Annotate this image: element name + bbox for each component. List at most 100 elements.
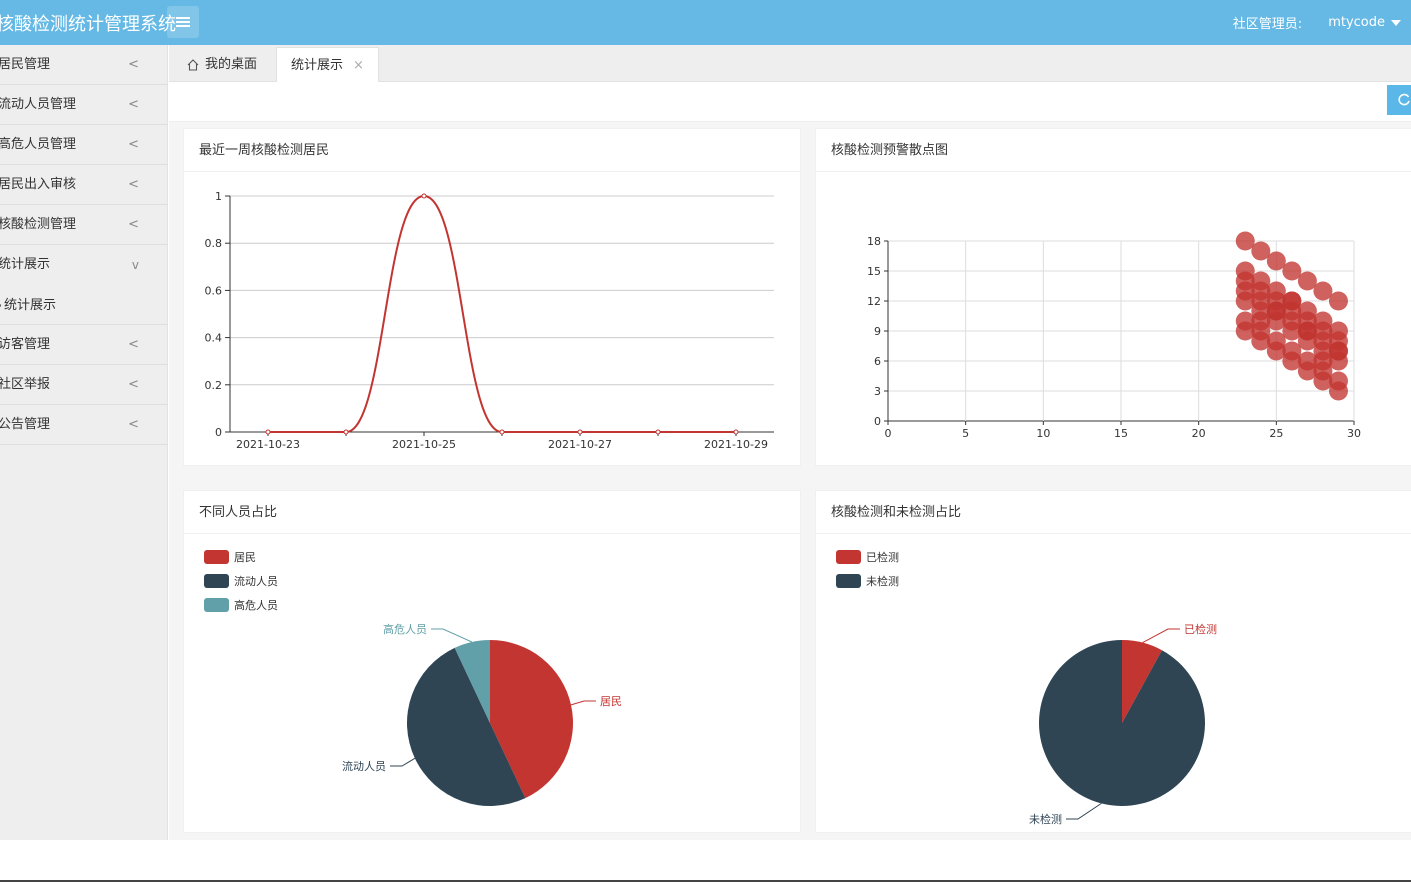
scatter-chart: 0 3 6 9 12 15 18 0 5 10 15 20 25 30	[867, 231, 1361, 440]
tab-bar: 我的桌面 统计展示 ×	[169, 45, 1411, 83]
chevron-left-icon: <	[128, 417, 139, 432]
sidebar-subitem-statistics[interactable]: 统计展示	[0, 285, 167, 325]
tab-home-label: 我的桌面	[205, 57, 258, 72]
scatter-chart-card: 核酸检测预警散点图 0 3 6 9 12 15 18 0 5 10 15 20 25 30	[815, 128, 1411, 466]
y-tick-label: 3	[874, 385, 881, 398]
pie-chart-tested: 已检测未检测已检测未检测	[836, 550, 1217, 826]
y-tick-label: 18	[867, 235, 881, 248]
sidebar-item-reports[interactable]: 社区举报 <	[0, 365, 167, 405]
x-tick-label: 10	[1036, 427, 1050, 440]
slice-label: 流动人员	[342, 759, 386, 773]
x-tick-label: 2021-10-25	[392, 438, 456, 451]
slice-label: 高危人员	[383, 622, 427, 636]
x-tick-label: 20	[1192, 427, 1206, 440]
data-point	[733, 429, 739, 435]
chevron-down-icon: v	[131, 258, 139, 272]
legend-swatch	[204, 574, 229, 588]
data-point	[655, 429, 661, 435]
bullet-icon	[0, 304, 1, 307]
data-point	[421, 193, 427, 199]
chevron-left-icon: <	[128, 217, 139, 232]
slice-label: 已检测	[1184, 622, 1217, 636]
label-line	[1066, 802, 1102, 820]
chevron-left-icon: <	[128, 337, 139, 352]
card-title: 最近一周核酸检测居民	[184, 129, 800, 172]
slice-label: 未检测	[1029, 812, 1062, 826]
sidebar-item-statistics[interactable]: 统计展示 v	[0, 245, 167, 285]
legend-label: 流动人员	[234, 574, 278, 588]
legend-label: 已检测	[866, 550, 899, 564]
data-point	[343, 429, 349, 435]
scatter-point	[1328, 341, 1348, 361]
y-tick-label: 9	[874, 325, 881, 338]
refresh-icon	[1398, 93, 1410, 106]
sidebar-item-nucleic-test[interactable]: 核酸检测管理 <	[0, 205, 167, 245]
home-icon	[187, 58, 199, 71]
toolbar	[169, 82, 1411, 122]
chevron-left-icon: <	[128, 177, 139, 192]
dashboard-content: 最近一周核酸检测居民 0 0.2 0.4 0.6 0.8 1 2021-10-23 2021-…	[169, 122, 1411, 840]
chevron-left-icon: <	[128, 137, 139, 152]
sidebar-item-floating-persons[interactable]: 流动人员管理 <	[0, 85, 167, 125]
refresh-button[interactable]	[1387, 85, 1411, 115]
label-line	[431, 628, 473, 643]
label-line	[390, 757, 416, 767]
sidebar-item-high-risk[interactable]: 高危人员管理 <	[0, 125, 167, 165]
sidebar-item-residents[interactable]: 居民管理 <	[0, 45, 167, 85]
pie-chart-card-tested: 核酸检测和未检测占比 已检测 未检测 已检测 未检测	[815, 490, 1411, 833]
user-role-label: 社区管理员:	[1232, 17, 1303, 32]
card-title: 不同人员占比	[184, 491, 800, 534]
sidebar-item-label: 统计展示	[0, 257, 51, 272]
y-tick-label: 0.2	[205, 379, 223, 392]
tab-home[interactable]: 我的桌面	[173, 47, 271, 82]
sidebar-item-label: 居民管理	[0, 57, 51, 72]
hamburger-icon	[176, 17, 190, 27]
data-point	[265, 429, 271, 435]
y-tick-label: 15	[867, 265, 881, 278]
pie-slice	[1039, 640, 1205, 806]
sidebar-item-label: 流动人员管理	[0, 97, 77, 112]
series-line	[268, 194, 736, 433]
user-area: 社区管理员: mtycode	[1233, 13, 1401, 32]
sidebar-item-label: 居民出入审核	[0, 177, 77, 192]
x-tick-label: 0	[885, 427, 892, 440]
y-tick-label: 1	[215, 190, 222, 203]
card-title: 核酸检测预警散点图	[816, 129, 1411, 172]
card-title: 核酸检测和未检测占比	[816, 491, 1411, 534]
data-point	[577, 429, 583, 435]
y-tick-label: 0	[874, 415, 881, 428]
label-line	[1142, 628, 1180, 644]
pie-chart-card-persons: 不同人员占比 居民 流动人员 高危人员 居民 流动人员 高危人员	[183, 490, 801, 833]
chevron-left-icon: <	[128, 377, 139, 392]
app-title: 核酸检测统计管理系统	[0, 14, 176, 35]
legend-swatch	[836, 574, 861, 588]
user-name: mtycode	[1328, 15, 1385, 30]
x-tick-label: 25	[1269, 427, 1283, 440]
y-tick-label: 0.4	[205, 332, 223, 345]
caret-down-icon	[1391, 19, 1401, 26]
data-point	[499, 429, 505, 435]
y-tick-label: 0	[215, 426, 222, 439]
sidebar-item-announcements[interactable]: 公告管理 <	[0, 405, 167, 445]
pie-chart-persons: 居民流动人员高危人员居民流动人员高危人员	[204, 550, 622, 806]
scatter-point	[1297, 321, 1317, 341]
sidebar-item-label: 公告管理	[0, 417, 51, 432]
close-icon[interactable]: ×	[353, 48, 364, 83]
sidebar-item-visitors[interactable]: 访客管理 <	[0, 325, 167, 365]
legend-swatch	[204, 598, 229, 612]
scatter-point	[1328, 381, 1348, 401]
sidebar-item-label: 访客管理	[0, 337, 51, 352]
tab-statistics-label: 统计展示	[291, 58, 344, 73]
tab-statistics[interactable]: 统计展示 ×	[276, 47, 379, 83]
menu-toggle-button[interactable]	[167, 6, 199, 38]
x-tick-label: 15	[1114, 427, 1128, 440]
x-tick-label: 2021-10-23	[236, 438, 300, 451]
user-menu-button[interactable]: mtycode	[1328, 15, 1401, 30]
top-header: 核酸检测统计管理系统 社区管理员: mtycode	[0, 0, 1411, 45]
legend-label: 居民	[234, 551, 256, 564]
y-tick-label: 0.6	[205, 284, 223, 297]
chevron-left-icon: <	[128, 57, 139, 72]
x-tick-label: 2021-10-27	[548, 438, 612, 451]
chevron-left-icon: <	[128, 97, 139, 112]
sidebar-item-access-review[interactable]: 居民出入审核 <	[0, 165, 167, 205]
